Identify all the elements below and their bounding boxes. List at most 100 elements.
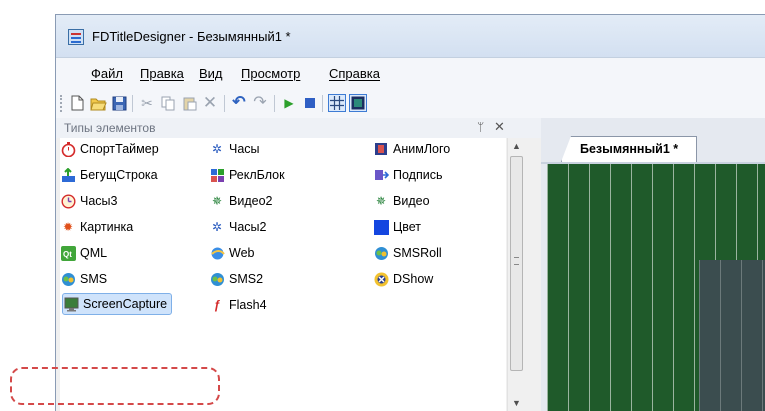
- scroll-down-icon[interactable]: ▼: [508, 395, 525, 411]
- element-type-label: Часы: [229, 142, 260, 156]
- element-type-ticker[interactable]: БегущСтрока: [60, 164, 158, 186]
- element-type-qml[interactable]: Qt QML: [60, 242, 107, 264]
- ticker-icon: [60, 167, 76, 183]
- undo-icon[interactable]: ↶: [230, 94, 248, 112]
- cut-icon[interactable]: ✂: [138, 94, 156, 112]
- element-type-label: АнимЛого: [393, 142, 451, 156]
- svg-text:Qt: Qt: [63, 250, 72, 259]
- menu-edit[interactable]: Правка: [140, 66, 184, 81]
- element-type-label: Видео2: [229, 194, 273, 208]
- stop-icon[interactable]: [301, 94, 319, 112]
- element-type-label: БегущСтрока: [80, 168, 158, 182]
- editor-area: Безымянный1 *: [541, 118, 765, 411]
- element-type-caption[interactable]: Подпись: [373, 164, 442, 186]
- scroll-up-icon[interactable]: ▲: [508, 138, 525, 155]
- menu-preview[interactable]: Просмотр: [241, 66, 300, 81]
- sms-roll-icon: [373, 245, 389, 261]
- color-icon: [373, 219, 389, 235]
- delete-icon[interactable]: ✕: [201, 94, 219, 112]
- menu-view[interactable]: Вид: [199, 66, 223, 81]
- element-type-screen-capture[interactable]: ScreenCapture: [62, 293, 173, 315]
- play-icon[interactable]: ▶: [280, 94, 298, 112]
- clock3-icon: [60, 193, 76, 209]
- menu-help[interactable]: Справка: [329, 66, 380, 81]
- vertical-scrollbar[interactable]: ▲ ▼: [507, 138, 524, 411]
- frame-icon[interactable]: [349, 94, 367, 112]
- sms2-icon: [209, 271, 225, 287]
- save-icon[interactable]: [110, 94, 128, 112]
- window-title: FDTitleDesigner - Безымянный1 *: [92, 29, 291, 44]
- web-icon: [209, 245, 225, 261]
- element-type-clock[interactable]: ✲ Часы: [209, 138, 260, 160]
- close-icon[interactable]: ✕: [494, 119, 505, 135]
- toolbar-separator: [224, 95, 225, 112]
- element-type-color[interactable]: Цвет: [373, 216, 421, 238]
- canvas-element[interactable]: [699, 260, 765, 411]
- app-window: FDTitleDesigner - Безымянный1 * Файл Пра…: [55, 14, 765, 411]
- element-type-label: QML: [80, 246, 108, 260]
- element-type-anim-logo[interactable]: АнимЛого: [373, 138, 450, 160]
- element-type-dshow[interactable]: DShow: [373, 268, 433, 290]
- element-type-label: Flash4: [229, 298, 267, 312]
- paste-icon[interactable]: [180, 94, 198, 112]
- element-type-label: СпортТаймер: [80, 142, 159, 156]
- element-type-picture[interactable]: ✹ Картинка: [60, 216, 133, 238]
- ad-block-icon: [209, 167, 225, 183]
- open-icon[interactable]: [89, 94, 107, 112]
- redo-icon[interactable]: ↷: [251, 94, 269, 112]
- element-type-label: Часы3: [80, 194, 118, 208]
- picture-icon: ✹: [62, 220, 74, 234]
- element-type-label: Цвет: [393, 220, 422, 234]
- selection-highlight-annotation: [10, 367, 220, 405]
- element-type-label: SMSRoll: [393, 246, 442, 260]
- panel-header: Типы элементов ᛘ ✕: [56, 118, 541, 138]
- element-type-label: Картинка: [80, 220, 134, 234]
- element-type-label: Часы2: [229, 220, 267, 234]
- qt-icon: Qt: [60, 245, 76, 261]
- video-icon: ✵: [375, 194, 387, 208]
- toolbar-grip[interactable]: [60, 95, 62, 112]
- pin-icon[interactable]: ᛘ: [477, 120, 484, 134]
- element-type-video2[interactable]: ✵ Видео2: [209, 190, 273, 212]
- element-type-sms2[interactable]: SMS2: [209, 268, 263, 290]
- document-tab[interactable]: Безымянный1 *: [561, 136, 698, 162]
- stopwatch-icon: [60, 141, 76, 157]
- screen-capture-icon: [63, 296, 79, 312]
- sms-icon: [60, 271, 76, 287]
- new-icon[interactable]: [68, 94, 86, 112]
- element-type-label: SMS: [80, 272, 108, 286]
- element-type-label: РеклБлок: [229, 168, 285, 182]
- copy-icon[interactable]: [159, 94, 177, 112]
- dshow-icon: [373, 271, 389, 287]
- clock2-icon: ✲: [211, 220, 223, 234]
- element-type-clock2[interactable]: ✲ Часы2: [209, 216, 267, 238]
- menu-file[interactable]: Файл: [91, 66, 123, 81]
- film-icon: [373, 141, 389, 157]
- flash-icon: ƒ: [213, 298, 221, 312]
- element-type-video[interactable]: ✵ Видео: [373, 190, 430, 212]
- element-type-clock3[interactable]: Часы3: [60, 190, 117, 212]
- caption-icon: [373, 167, 389, 183]
- element-type-label: Видео: [393, 194, 430, 208]
- element-type-label: Подпись: [393, 168, 443, 182]
- element-type-sms[interactable]: SMS: [60, 268, 107, 290]
- element-type-label: Web: [229, 246, 255, 260]
- element-type-label: ScreenCapture: [83, 297, 168, 311]
- toolbar: ✂ ✕ ↶ ↷ ▶: [56, 88, 765, 118]
- scrollbar-thumb[interactable]: [510, 156, 523, 371]
- toolbar-separator: [274, 95, 275, 112]
- app-icon: [68, 29, 84, 45]
- element-type-sport-timer[interactable]: СпортТаймер: [60, 138, 159, 160]
- clock-sparkle-icon: ✲: [211, 142, 223, 156]
- element-type-label: SMS2: [229, 272, 264, 286]
- video2-icon: ✵: [211, 194, 223, 208]
- element-type-sms-roll[interactable]: SMSRoll: [373, 242, 442, 264]
- title-bar: FDTitleDesigner - Безымянный1 *: [56, 15, 765, 58]
- grid-icon[interactable]: [328, 94, 346, 112]
- toolbar-separator: [132, 95, 133, 112]
- element-type-flash4[interactable]: ƒ Flash4: [209, 294, 267, 316]
- element-type-web[interactable]: Web: [209, 242, 254, 264]
- toolbar-separator: [322, 95, 323, 112]
- element-type-ad-block[interactable]: РеклБлок: [209, 164, 285, 186]
- design-canvas[interactable]: [547, 164, 765, 411]
